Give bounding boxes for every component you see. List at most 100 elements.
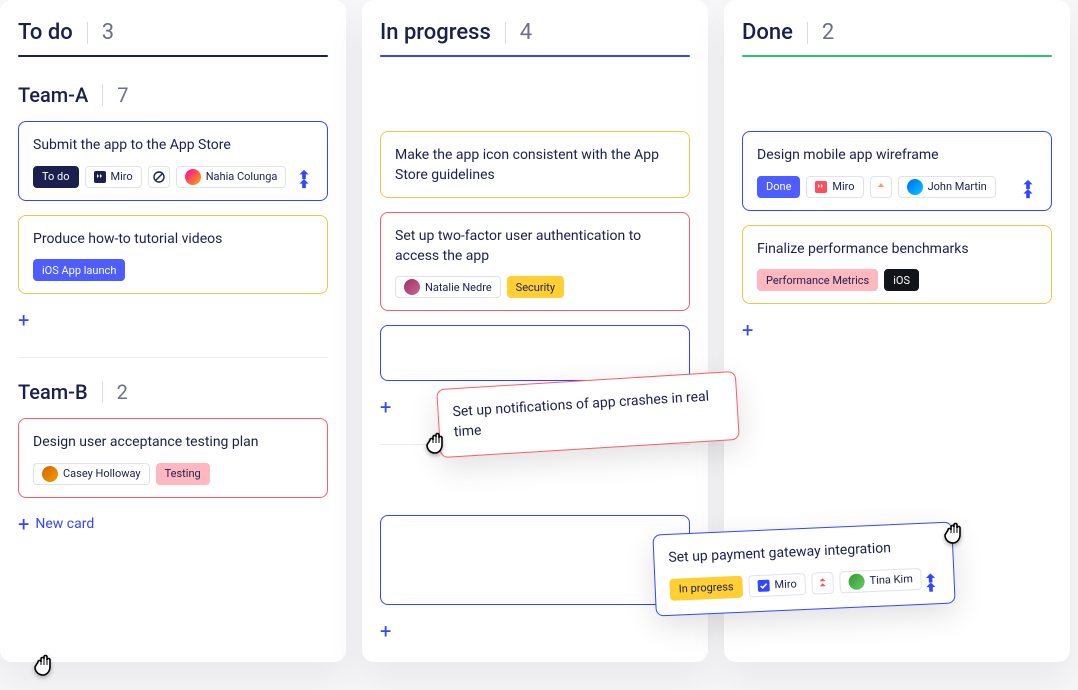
column-title: In progress [380, 20, 491, 45]
assignee-chip[interactable]: Casey Holloway [33, 463, 150, 485]
tool-chip-label: Miro [111, 170, 133, 183]
spacer [380, 83, 690, 131]
plus-icon: + [18, 514, 29, 534]
swimlane-header-team-a: Team-A 7 [18, 83, 328, 107]
assignee-chip[interactable]: Tina Kim [839, 567, 922, 593]
assignee-chip[interactable]: Nahia Colunga [176, 166, 287, 188]
drop-placeholder[interactable] [380, 515, 690, 605]
chip-row: To do Miro Nahia Colunga [33, 166, 313, 188]
separator [807, 22, 808, 44]
card-title: Finalize performance benchmarks [757, 240, 1037, 260]
dragging-card-payment-gateway[interactable]: Set up payment gateway integration In pr… [652, 521, 955, 616]
card-user-acceptance-testing[interactable]: Design user acceptance testing plan Case… [18, 418, 328, 498]
card-title: Make the app icon consistent with the Ap… [395, 146, 675, 185]
card-title: Set up notifications of app crashes in r… [452, 387, 724, 443]
tool-chip-miro[interactable]: Miro [806, 176, 863, 198]
card-title: Set up payment gateway integration [668, 537, 939, 568]
assignee-chip[interactable]: John Martin [898, 176, 996, 198]
tag-chip[interactable]: Security [507, 276, 564, 298]
swimlane-count: 2 [117, 380, 128, 404]
column-count: 2 [822, 20, 834, 45]
add-card-button[interactable]: + [742, 320, 753, 340]
swimlane-title: Team-B [18, 380, 88, 404]
avatar [185, 169, 201, 185]
priority-chip[interactable] [811, 571, 834, 594]
tag-chip[interactable]: Testing [156, 463, 210, 485]
chip-row: Performance Metrics iOS [757, 269, 1037, 291]
spacer [380, 467, 690, 515]
new-card-button[interactable]: + New card [18, 514, 94, 534]
tool-chip-label: Miro [832, 180, 854, 193]
grab-cursor-icon [422, 426, 454, 458]
tag-chip[interactable]: iOS App launch [33, 259, 125, 281]
avatar [848, 573, 865, 590]
column-underline [742, 55, 1052, 57]
add-card-button[interactable]: + [18, 310, 29, 330]
swimlane-header-team-b: Team-B 2 [18, 380, 328, 404]
chip-row: In progress Miro Tina Kim [669, 567, 940, 601]
card-title: Set up two-factor user authentication to… [395, 227, 675, 266]
card-title: Produce how-to tutorial videos [33, 230, 313, 250]
avatar [404, 279, 420, 295]
miro-checkbox-icon [757, 579, 770, 592]
swimlane-title: Team-A [18, 83, 88, 107]
chip-row: Done Miro John Martin [757, 176, 1037, 198]
column-underline [380, 55, 690, 57]
tag-chip[interactable]: Performance Metrics [757, 269, 878, 291]
plus-icon: + [380, 621, 391, 641]
card-title: Submit the app to the App Store [33, 136, 313, 156]
grab-cursor-icon [940, 516, 972, 548]
chip-row: Natalie Nedre Security [395, 276, 675, 298]
assignee-name: Casey Holloway [63, 467, 141, 480]
avatar [42, 466, 58, 482]
plus-icon: + [18, 310, 29, 330]
column-count: 4 [520, 20, 532, 45]
jira-icon [1017, 178, 1039, 200]
card-app-icon-guidelines[interactable]: Make the app icon consistent with the Ap… [380, 131, 690, 198]
grab-cursor-icon [30, 648, 62, 680]
priority-up-icon [875, 181, 887, 193]
card-performance-benchmarks[interactable]: Finalize performance benchmarks Performa… [742, 225, 1052, 305]
blocked-icon [153, 171, 165, 183]
tool-chip-miro[interactable]: Miro [85, 166, 142, 188]
add-card-button[interactable]: + [380, 397, 391, 417]
plus-icon: + [742, 320, 753, 340]
card-mobile-wireframe[interactable]: Design mobile app wireframe Done Miro Jo… [742, 131, 1052, 211]
column-title: Done [742, 20, 793, 45]
column-count: 3 [102, 20, 114, 45]
column-title: To do [18, 20, 73, 45]
card-submit-app-store[interactable]: Submit the app to the App Store To do Mi… [18, 121, 328, 201]
status-chip[interactable]: To do [33, 166, 79, 188]
separator [505, 22, 506, 44]
tag-chip[interactable]: iOS [884, 269, 919, 291]
miro-icon [94, 171, 106, 183]
column-header: In progress 4 [380, 20, 690, 45]
assignee-name: John Martin [928, 180, 987, 193]
jira-icon [293, 168, 315, 190]
separator [102, 84, 103, 106]
swimlane-divider [18, 357, 328, 358]
assignee-name: Natalie Nedre [425, 281, 492, 294]
new-card-label: New card [35, 516, 94, 532]
blocked-chip[interactable] [148, 166, 170, 188]
column-header: Done 2 [742, 20, 1052, 45]
column-header: To do 3 [18, 20, 328, 45]
card-two-factor-auth[interactable]: Set up two-factor user authentication to… [380, 212, 690, 311]
separator [87, 22, 88, 44]
drop-placeholder[interactable] [380, 325, 690, 381]
tool-chip-miro[interactable]: Miro [748, 573, 806, 597]
assignee-chip[interactable]: Natalie Nedre [395, 276, 501, 298]
card-title: Design mobile app wireframe [757, 146, 1037, 166]
add-card-button[interactable]: + [380, 621, 391, 641]
jira-icon [919, 571, 942, 594]
status-chip[interactable]: Done [757, 176, 800, 198]
column-underline [18, 55, 328, 57]
assignee-name: Tina Kim [869, 572, 913, 587]
chip-row: Casey Holloway Testing [33, 463, 313, 485]
swimlane-count: 7 [117, 83, 128, 107]
priority-chip[interactable] [870, 176, 892, 198]
status-chip[interactable]: In progress [669, 575, 743, 600]
separator [102, 381, 103, 403]
card-tutorial-videos[interactable]: Produce how-to tutorial videos iOS App l… [18, 215, 328, 295]
assignee-name: Nahia Colunga [206, 170, 278, 183]
